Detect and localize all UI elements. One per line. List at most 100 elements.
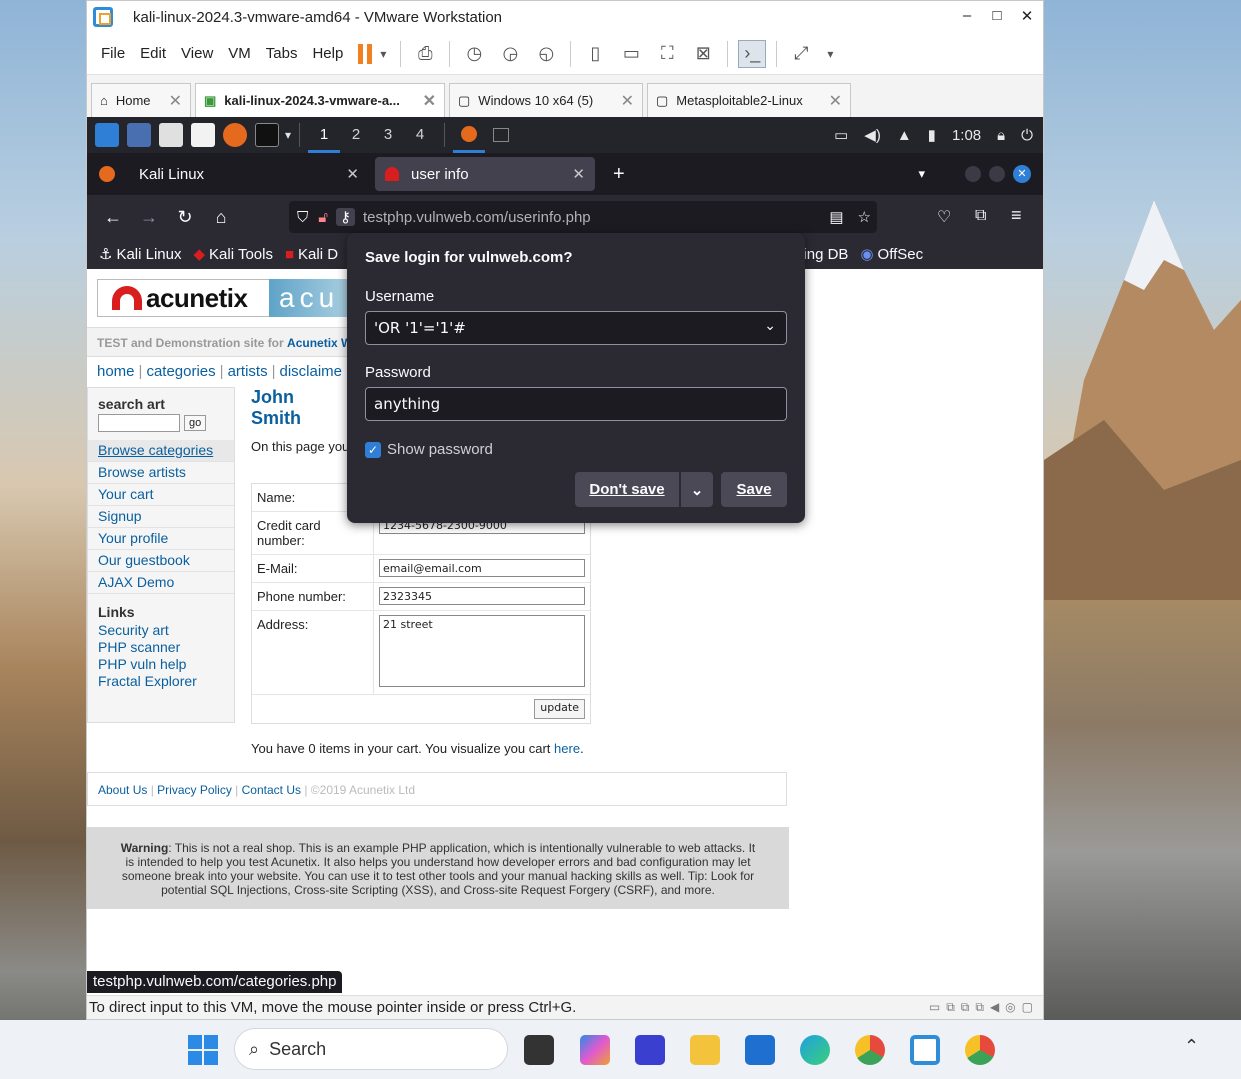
update-button[interactable]: update [534,699,585,719]
network-adapter-icon[interactable]: ⧉ [946,1000,955,1015]
power-manager-icon[interactable]: ▮ [928,126,936,144]
windows-start-icon[interactable] [188,1035,218,1065]
menu-edit[interactable]: Edit [140,45,166,62]
tab-metasploitable[interactable]: ▢ Metasploitable2-Linux ✕ [647,83,851,117]
forward-icon[interactable]: → [131,207,167,228]
workspace-1[interactable]: 1 [308,117,341,153]
footer-contact-link[interactable]: Contact Us [242,783,301,797]
microsoft-store-icon[interactable] [745,1035,775,1065]
lock-screen-icon[interactable]: 🔒︎ [997,127,1005,144]
menu-view[interactable]: View [181,45,213,62]
dont-save-dropdown-icon[interactable]: ⌄ [681,472,713,507]
sidebar-item-ajax-demo[interactable]: AJAX Demo [88,572,234,594]
workspace-2[interactable]: 2 [340,117,372,153]
tracking-protection-icon[interactable]: ⛉ [297,209,308,226]
sidebar-item-browse-categories[interactable]: Browse categories [88,440,234,462]
nav-disclaimer[interactable]: disclaime [279,363,342,380]
dont-save-button[interactable]: Don't save [575,472,679,507]
link-php-scanner[interactable]: PHP scanner [88,639,234,656]
footer-about-link[interactable]: About Us [98,783,147,797]
task-view-icon[interactable] [524,1035,554,1065]
save-button[interactable]: Save [721,472,787,507]
link-security-art[interactable]: Security art [88,622,234,639]
link-fractal-explorer[interactable]: Fractal Explorer [88,673,234,690]
network-icon[interactable]: ▭ [834,126,848,144]
close-tab-icon[interactable]: ✕ [621,91,634,111]
terminal-launcher-icon[interactable] [255,123,279,147]
close-tab-icon[interactable]: ✕ [346,165,359,183]
show-password-checkbox[interactable]: ✓ Show password [365,441,493,458]
username-field[interactable]: 'OR '1'='1'# ⌄ [365,311,787,345]
cart-here-link[interactable]: here [554,741,580,756]
minimize-button[interactable]: – [957,7,977,24]
close-tab-icon[interactable]: ✕ [572,165,585,183]
bookmark-kali-linux[interactable]: ⚓︎ Kali Linux [99,245,182,264]
snapshot-icon[interactable]: ◷ [460,40,488,68]
pause-dropdown-icon[interactable]: ▾ [376,40,390,68]
menu-file[interactable]: File [101,45,125,62]
tab-windows10[interactable]: ▢ Windows 10 x64 (5) ✕ [449,83,643,117]
network-adapter-icon[interactable]: ⧉ [961,1000,970,1015]
home-button-icon[interactable]: ⌂ [203,207,239,228]
workspace-4[interactable]: 4 [404,117,436,153]
file-explorer-icon[interactable] [690,1035,720,1065]
launcher-dropdown-icon[interactable]: ▾ [285,128,291,142]
copilot-icon[interactable] [580,1035,610,1065]
show-desktop-icon[interactable] [127,123,151,147]
send-ctrl-alt-del-icon[interactable]: ⎙ [411,40,439,68]
window-maximize-icon[interactable] [989,166,1005,182]
new-tab-button[interactable]: + [613,163,625,186]
text-editor-icon[interactable] [191,123,215,147]
vmware-taskbar-icon[interactable] [910,1035,940,1065]
logout-icon[interactable]: ⏻ [1021,127,1033,144]
stretch-guest-icon[interactable]: ⤢ [787,40,815,68]
pause-vm-icon[interactable] [358,43,373,64]
url-bar[interactable]: ⛉ 🔓︎ ⚷ testphp.vulnweb.com/userinfo.php … [289,201,877,233]
notification-bell-icon[interactable]: ▲ [897,127,912,144]
kali-menu-icon[interactable] [95,123,119,147]
window-minimize-icon[interactable] [965,166,981,182]
close-tab-icon[interactable]: ✕ [169,91,182,111]
list-all-tabs-icon[interactable]: ▾ [918,166,925,182]
bookmark-star-icon[interactable]: ☆ [858,208,871,226]
tab-kali-linux[interactable]: Kali Linux ✕ [129,157,369,191]
stretch-dropdown-icon[interactable]: ▾ [823,40,837,68]
pocket-icon[interactable]: ♡ [937,207,951,227]
chevron-down-icon[interactable]: ⌄ [764,318,776,334]
cd-dvd-icon[interactable]: ◎ [1005,1000,1015,1015]
sidebar-item-guestbook[interactable]: Our guestbook [88,550,234,572]
back-icon[interactable]: ← [95,207,131,228]
nav-home[interactable]: home [97,363,135,380]
reload-icon[interactable]: ↻ [167,207,203,228]
footer-privacy-link[interactable]: Privacy Policy [157,783,232,797]
full-screen-icon[interactable]: ⛶ [653,40,681,68]
address-field[interactable]: 21 street [379,615,585,687]
message-log-icon[interactable]: ▢ [1022,1000,1033,1015]
firefox-launcher-icon[interactable] [223,123,247,147]
extensions-icon[interactable]: ⧉ [975,207,986,225]
search-go-button[interactable]: go [184,415,207,431]
sound-card-icon[interactable]: ◀ [990,1000,999,1015]
unity-icon[interactable]: ⊠ [689,40,717,68]
bookmark-kali-tools[interactable]: ◆ Kali Tools [194,245,273,264]
tab-kali-vm[interactable]: ▣ kali-linux-2024.3-vmware-a... ✕ [195,83,445,117]
edge-icon[interactable] [800,1035,830,1065]
sidebar-item-your-profile[interactable]: Your profile [88,528,234,550]
sidebar-item-signup[interactable]: Signup [88,506,234,528]
app-menu-icon[interactable]: ≡ [1011,205,1022,226]
nav-categories[interactable]: categories [146,363,215,380]
menu-help[interactable]: Help [312,45,343,62]
reader-view-icon[interactable]: ▤ [829,208,843,226]
bookmark-kali-docs[interactable]: ■ Kali D [285,246,338,263]
menu-tabs[interactable]: Tabs [266,45,298,62]
visual-studio-icon[interactable] [635,1035,665,1065]
revert-snapshot-icon[interactable]: ◶ [496,40,524,68]
link-php-vuln-help[interactable]: PHP vuln help [88,656,234,673]
chrome-profile-icon[interactable] [965,1035,995,1065]
menu-vm[interactable]: VM [228,45,251,62]
firefox-view-icon[interactable] [99,166,115,182]
tab-user-info[interactable]: user info ✕ [375,157,595,191]
bookmark-offsec[interactable]: ◉ OffSec [860,245,923,264]
taskbar-search[interactable]: ⌕ Search [234,1028,508,1070]
phone-field[interactable]: 2323345 [379,587,585,605]
